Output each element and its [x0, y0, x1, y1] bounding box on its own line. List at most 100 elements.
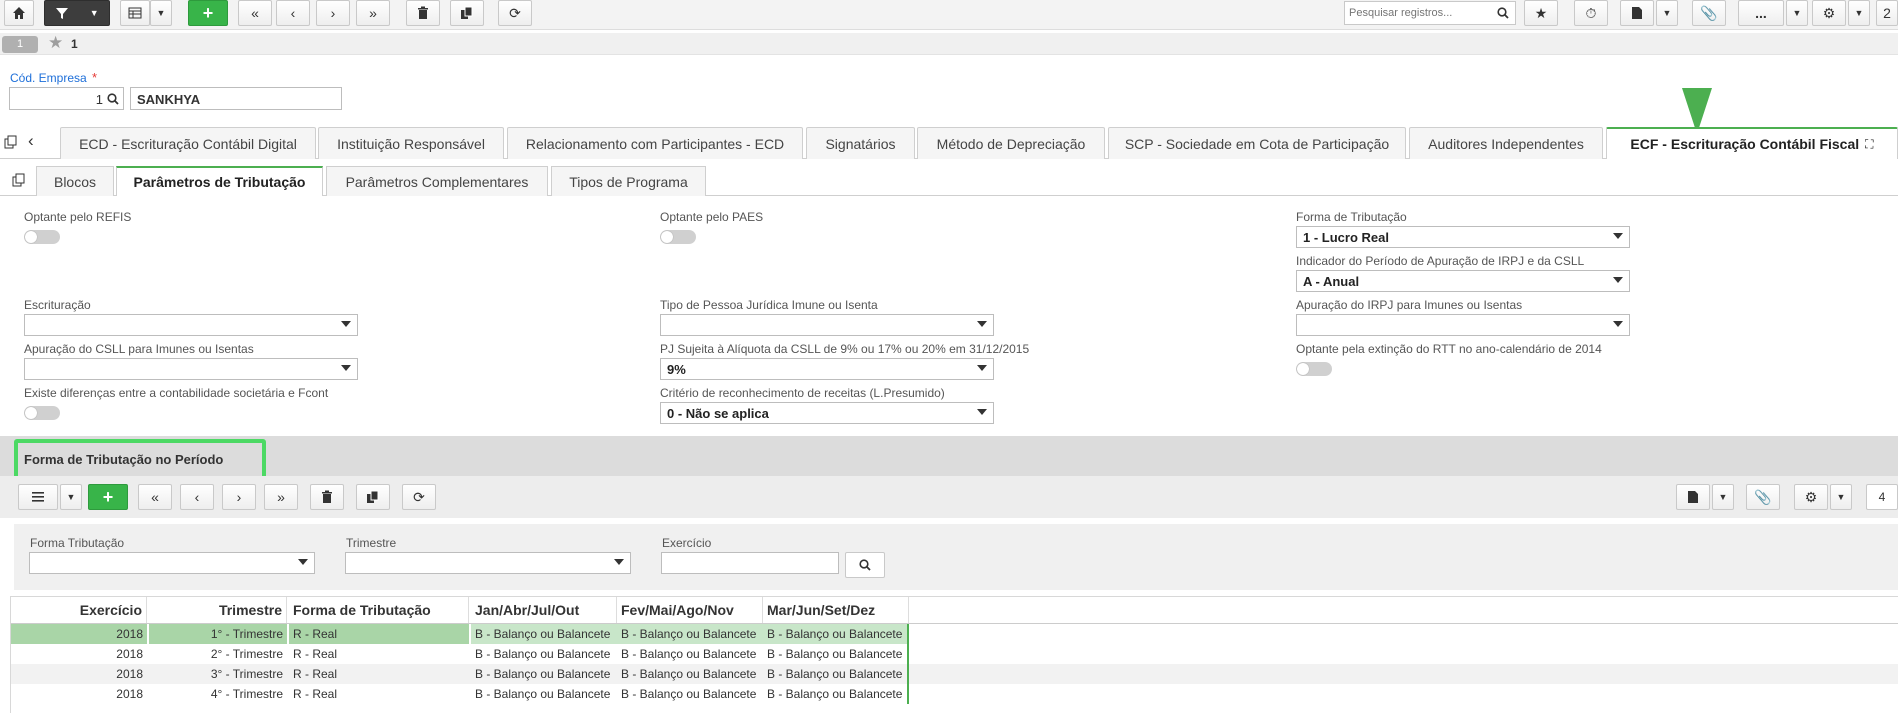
record-number-badge[interactable]: 1 [2, 36, 38, 53]
home-button[interactable] [4, 0, 34, 26]
escrituracao-select[interactable] [24, 314, 358, 336]
tab-auditores[interactable]: Auditores Independentes [1409, 127, 1603, 159]
copy-icon[interactable] [12, 173, 26, 187]
apuracao-irpj-select[interactable] [1296, 314, 1630, 336]
expand-icon[interactable]: ⛶ [1865, 137, 1873, 152]
add-row-button[interactable]: + [88, 484, 128, 510]
tab-scp[interactable]: SCP - Sociedade em Cota de Participação [1108, 127, 1406, 159]
page-count-field[interactable]: 4 [1866, 484, 1898, 510]
grid-view-dropdown[interactable]: ▼ [150, 0, 172, 26]
first-row-button[interactable]: « [138, 484, 172, 510]
rtt-toggle[interactable] [1296, 362, 1332, 376]
column-header-trimestre[interactable]: Trimestre [149, 597, 287, 623]
duplicate-row-button[interactable] [356, 484, 390, 510]
extra-button[interactable]: 2 [1876, 0, 1898, 26]
search-box[interactable] [1344, 1, 1516, 25]
pj-aliquota-select[interactable]: 9% [660, 358, 994, 380]
search-input[interactable] [1345, 2, 1485, 24]
refresh-grid-button[interactable]: ⟳ [402, 484, 436, 510]
subtab-blocos[interactable]: Blocos [36, 166, 114, 196]
star-icon[interactable]: ★ [48, 33, 63, 53]
settings-button[interactable]: ⚙ [1812, 0, 1846, 26]
tipo-pj-label: Tipo de Pessoa Jurídica Imune ou Isenta [660, 298, 878, 312]
double-chevron-right-icon: » [277, 489, 285, 505]
tab-ecd[interactable]: ECD - Escrituração Contábil Digital [60, 127, 316, 159]
tab-metodo-depreciacao[interactable]: Método de Depreciação [917, 127, 1105, 159]
forma-tributacao-select[interactable]: 1 - Lucro Real [1296, 226, 1630, 248]
subtab-parametros-tributacao[interactable]: Parâmetros de Tributação [116, 166, 323, 196]
timer-button[interactable]: ⏱ [1574, 0, 1608, 26]
grid-view-button[interactable] [120, 0, 150, 26]
duplicate-button[interactable] [450, 0, 484, 26]
gear-icon: ⚙ [1822, 4, 1836, 21]
grid-attachment-button[interactable]: 📎 [1746, 484, 1780, 510]
next-row-button[interactable]: › [222, 484, 256, 510]
last-record-button[interactable]: » [356, 0, 390, 26]
subtab-parametros-complementares[interactable]: Parâmetros Complementares [326, 166, 548, 196]
diferencas-label: Existe diferenças entre a contabilidade … [24, 386, 329, 400]
filter-trimestre-select[interactable] [345, 552, 631, 574]
column-header-jan[interactable]: Jan/Abr/Jul/Out [471, 597, 617, 623]
filter-search-button[interactable] [845, 552, 885, 578]
delete-row-button[interactable] [310, 484, 344, 510]
refresh-button[interactable]: ⟳ [498, 0, 532, 26]
criterio-select[interactable]: 0 - Não se aplica [660, 402, 994, 424]
add-button[interactable]: + [188, 0, 228, 26]
company-code-field[interactable]: 1 [9, 87, 124, 110]
indicador-periodo-label: Indicador do Período de Apuração de IRPJ… [1296, 254, 1585, 268]
subtab-tipos-programa[interactable]: Tipos de Programa [551, 166, 706, 196]
table-row[interactable]: 2018 4° - Trimestre R - Real B - Balanço… [11, 684, 1898, 704]
copy-icon [461, 6, 473, 19]
filter-forma-select[interactable] [29, 552, 315, 574]
refis-toggle[interactable] [24, 230, 60, 244]
table-row[interactable]: 2018 2° - Trimestre R - Real B - Balanço… [11, 644, 1898, 664]
apuracao-csll-select[interactable] [24, 358, 358, 380]
tipo-pj-select[interactable] [660, 314, 994, 336]
apuracao-irpj-label: Apuração do IRPJ para Imunes ou Isentas [1296, 298, 1523, 312]
grid-report-button[interactable] [1676, 484, 1710, 510]
chevron-down-icon: ▼ [156, 8, 166, 18]
chevron-down-icon: ▼ [1718, 492, 1728, 502]
last-row-button[interactable]: » [264, 484, 298, 510]
search-icon[interactable] [107, 93, 119, 105]
previous-row-button[interactable]: ‹ [180, 484, 214, 510]
first-record-button[interactable]: « [238, 0, 272, 26]
report-button[interactable] [1620, 0, 1654, 26]
previous-record-button[interactable]: ‹ [276, 0, 310, 26]
delete-button[interactable] [406, 0, 440, 26]
report-dropdown[interactable]: ▼ [1656, 0, 1678, 26]
column-header-fev[interactable]: Fev/Mai/Ago/Nov [617, 597, 763, 623]
more-dropdown[interactable]: ▼ [1786, 0, 1808, 26]
paperclip-icon: 📎 [1700, 4, 1718, 21]
column-header-mar[interactable]: Mar/Jun/Set/Dez [763, 597, 909, 623]
settings-dropdown[interactable]: ▼ [1848, 0, 1870, 26]
tab-instituicao-responsavel[interactable]: Instituição Responsável [318, 127, 504, 159]
favorite-button[interactable]: ★ [1524, 0, 1558, 26]
more-button[interactable]: ... [1738, 0, 1784, 26]
tab-relacionamento-participantes[interactable]: Relacionamento com Participantes - ECD [507, 127, 803, 159]
filter-forma-label: Forma Tributação [30, 536, 125, 550]
table-row[interactable]: 2018 1° - Trimestre R - Real B - Balanço… [11, 624, 1898, 645]
table-row[interactable]: 2018 3° - Trimestre R - Real B - Balanço… [11, 664, 1898, 684]
diferencas-toggle[interactable] [24, 406, 60, 420]
list-view-button[interactable] [18, 484, 58, 510]
tab-ecf[interactable]: ECF - Escrituração Contábil Fiscal ⛶ [1606, 127, 1898, 159]
chevron-left-icon[interactable]: ‹ [28, 131, 34, 151]
column-header-forma[interactable]: Forma de Tributação [289, 597, 469, 623]
indicador-periodo-select[interactable]: A - Anual [1296, 270, 1630, 292]
grid-settings-button[interactable]: ⚙ [1794, 484, 1828, 510]
grid-report-dropdown[interactable]: ▼ [1712, 484, 1734, 510]
attachment-button[interactable]: 📎 [1692, 0, 1726, 26]
paes-toggle[interactable] [660, 230, 696, 244]
grid-settings-dropdown[interactable]: ▼ [1830, 484, 1852, 510]
copy-icon[interactable] [4, 135, 18, 149]
filter-exercicio-input[interactable] [661, 552, 839, 574]
filter-exercicio-label: Exercício [662, 536, 712, 550]
chevron-left-icon: ‹ [194, 489, 200, 505]
search-icon[interactable] [1497, 7, 1509, 19]
tab-signatarios[interactable]: Signatários [806, 127, 915, 159]
column-header-exercicio[interactable]: Exercício [11, 597, 147, 623]
list-view-dropdown[interactable]: ▼ [60, 484, 82, 510]
filter-button[interactable]: ▼ [44, 0, 110, 26]
next-record-button[interactable]: › [316, 0, 350, 26]
